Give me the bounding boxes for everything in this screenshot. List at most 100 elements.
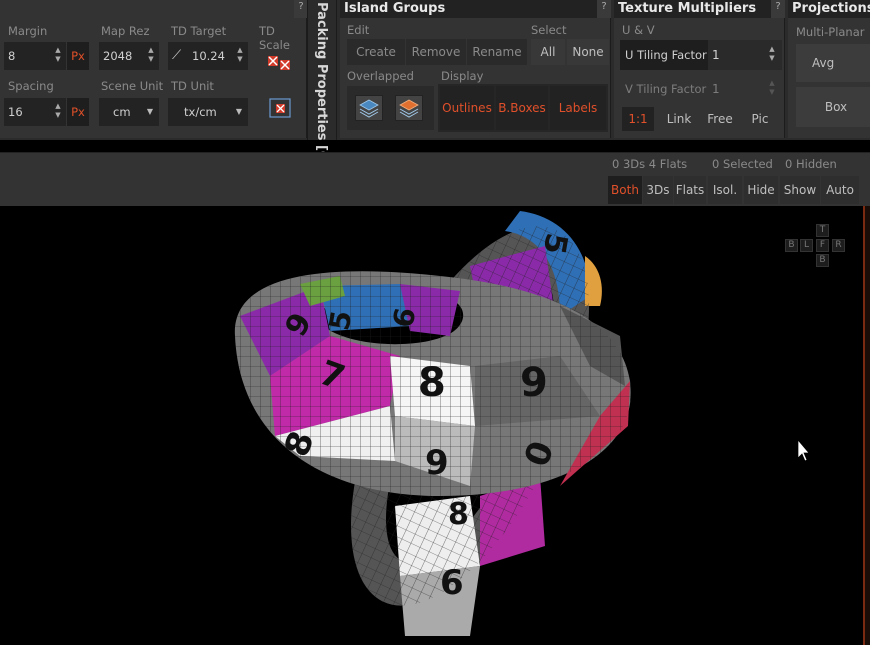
chevron-down-icon: ▼	[146, 107, 153, 116]
u-tiling-label: U Tiling Factor	[620, 40, 708, 70]
auto-button[interactable]: Auto	[821, 176, 859, 204]
maprez-label: Map Rez	[101, 24, 150, 38]
margin-value: 8	[8, 49, 16, 63]
sceneunit-value: cm	[113, 105, 131, 119]
texture-multipliers-title: Texture Multipliers	[614, 0, 784, 18]
maprez-value: 2048	[103, 49, 133, 63]
3d-viewport[interactable]: 6 8 6 5 9 7 8 9 8 9 0	[0, 206, 870, 645]
island-groups-panel: Island Groups ? Edit Create Remove Renam…	[340, 0, 611, 138]
packing-properties-tab-label: Packing Properties [Gl	[314, 2, 329, 167]
u-tiling-value[interactable]: 1	[712, 40, 720, 70]
v-tiling-spinner[interactable]: ▲ ▼	[768, 79, 776, 97]
spacing-spinner[interactable]: ▲ ▼	[54, 102, 62, 120]
projections-panel: Projections Multi-Planar Avg Norma Box	[788, 0, 870, 138]
select-none-button[interactable]: None	[567, 39, 609, 65]
layers-stack-active-icon[interactable]	[395, 95, 423, 121]
projections-title: Projections	[788, 0, 870, 18]
svg-text:6: 6	[440, 563, 464, 603]
gizmo-top[interactable]: T	[816, 224, 829, 237]
chevron-down-icon: ▼	[235, 107, 242, 116]
margin-spinner[interactable]: ▲ ▼	[54, 46, 62, 64]
edit-label: Edit	[347, 23, 370, 37]
hidden-count: 0 Hidden	[785, 157, 837, 171]
eyedropper-icon[interactable]: ⟋	[172, 42, 181, 70]
ratio-1-1-toggle[interactable]: 1:1	[622, 107, 654, 131]
gizmo-back[interactable]: B	[785, 239, 798, 252]
select-label: Select	[531, 23, 567, 37]
packing-properties-tab[interactable]: Packing Properties [Gl	[307, 0, 337, 166]
box-projection-button[interactable]: Box	[796, 87, 870, 127]
island-groups-title: Island Groups	[340, 0, 610, 18]
linked-torus-model: 6 8 6 5 9 7 8 9 8 9 0	[234, 211, 810, 636]
v-tiling-label: V Tiling Factor	[625, 82, 707, 96]
svg-text:9: 9	[520, 360, 548, 406]
overlapped-label: Overlapped	[347, 69, 414, 83]
sceneunit-dropdown[interactable]: cm ▼	[99, 98, 159, 126]
filter-3ds-button[interactable]: 3Ds	[643, 176, 673, 204]
link-toggle[interactable]: Link	[660, 107, 698, 131]
svg-text:9: 9	[425, 443, 449, 483]
isolate-button[interactable]: Isol.	[708, 176, 742, 204]
u-tiling-spinner[interactable]: ▲ ▼	[768, 45, 776, 63]
multiplanar-label: Multi-Planar	[796, 25, 865, 39]
gizmo-left[interactable]: L	[800, 239, 813, 252]
tdtarget-input[interactable]: ⟋ 10.24 ▲ ▼	[168, 42, 248, 70]
mouse-cursor-icon	[797, 439, 810, 462]
spacing-input[interactable]: 16 ▲ ▼	[4, 98, 66, 126]
v-tiling-row: V Tiling Factor 1 ▲ ▼	[620, 74, 782, 104]
spacing-unit-toggle[interactable]: Px	[67, 98, 89, 126]
gizmo-bottom[interactable]: B	[816, 254, 829, 267]
maprez-spinner[interactable]: ▲ ▼	[147, 46, 155, 64]
create-group-button[interactable]: Create	[347, 39, 405, 65]
free-toggle[interactable]: Free	[702, 107, 738, 131]
viewport-scrollbar[interactable]	[863, 206, 870, 645]
show-button[interactable]: Show	[780, 176, 820, 204]
packing-properties-panel: ? Margin 8 ▲ ▼ Px Map Rez 2048 ▲ ▼ TD Targ…	[0, 0, 308, 138]
tdunit-dropdown[interactable]: tx/cm ▼	[168, 98, 248, 126]
display-toggles: Outlines B.Boxes Labels	[438, 84, 608, 132]
td-scale-set-icon[interactable]	[268, 96, 294, 120]
spacing-value: 16	[8, 105, 23, 119]
outlines-toggle[interactable]: Outlines	[440, 86, 494, 130]
v-tiling-value[interactable]: 1	[712, 74, 720, 104]
spacing-label: Spacing	[8, 79, 54, 93]
viewport-toolbar: 0 3Ds 4 Flats 0 Selected 0 Hidden Both 3…	[0, 152, 870, 206]
layers-stack-icon[interactable]	[355, 95, 383, 121]
bboxes-toggle[interactable]: B.Boxes	[496, 86, 548, 130]
margin-input[interactable]: 8 ▲ ▼	[4, 42, 66, 70]
help-button[interactable]: ?	[771, 0, 785, 18]
rename-group-button[interactable]: Rename	[467, 39, 527, 65]
maprez-input[interactable]: 2048 ▲ ▼	[99, 42, 159, 70]
help-button[interactable]: ?	[294, 0, 308, 18]
tdscale-label: TD Scale	[259, 24, 290, 52]
island-counts: 0 3Ds 4 Flats	[612, 157, 688, 171]
td-scale-get-icon[interactable]	[266, 52, 294, 74]
tdtarget-value: 10.24	[192, 49, 225, 63]
display-label: Display	[441, 69, 484, 83]
top-toolbar: ? Margin 8 ▲ ▼ Px Map Rez 2048 ▲ ▼ TD Targ…	[0, 0, 870, 166]
texture-multipliers-panel: Texture Multipliers ? U & V U Tiling Fac…	[614, 0, 785, 138]
svg-text:8: 8	[448, 497, 469, 532]
avg-normal-button[interactable]: Avg Norma	[796, 44, 870, 108]
hide-button[interactable]: Hide	[744, 176, 778, 204]
select-all-button[interactable]: All	[531, 39, 565, 65]
u-tiling-row: U Tiling Factor 1 ▲ ▼	[620, 40, 782, 70]
remove-group-button[interactable]: Remove	[406, 39, 466, 65]
gizmo-right[interactable]: R	[832, 239, 845, 252]
gizmo-front[interactable]: F	[816, 239, 829, 252]
labels-toggle[interactable]: Labels	[550, 86, 606, 130]
overlapped-groups-box	[347, 86, 434, 130]
tdtarget-label: TD Target	[171, 24, 227, 38]
help-button[interactable]: ?	[597, 0, 611, 18]
selected-count: 0 Selected	[712, 157, 773, 171]
tdtarget-spinner[interactable]: ▲ ▼	[236, 46, 244, 64]
tdunit-value: tx/cm	[184, 105, 217, 119]
filter-flats-button[interactable]: Flats	[674, 176, 706, 204]
view-cube-gizmo[interactable]: T B L F R B	[783, 222, 849, 270]
margin-unit-toggle[interactable]: Px	[67, 42, 89, 70]
pic-toggle[interactable]: Pic	[742, 107, 778, 131]
svg-text:8: 8	[418, 360, 446, 406]
tdunit-label: TD Unit	[171, 79, 214, 93]
sceneunit-label: Scene Unit	[101, 79, 164, 93]
filter-both-button[interactable]: Both	[608, 176, 642, 204]
